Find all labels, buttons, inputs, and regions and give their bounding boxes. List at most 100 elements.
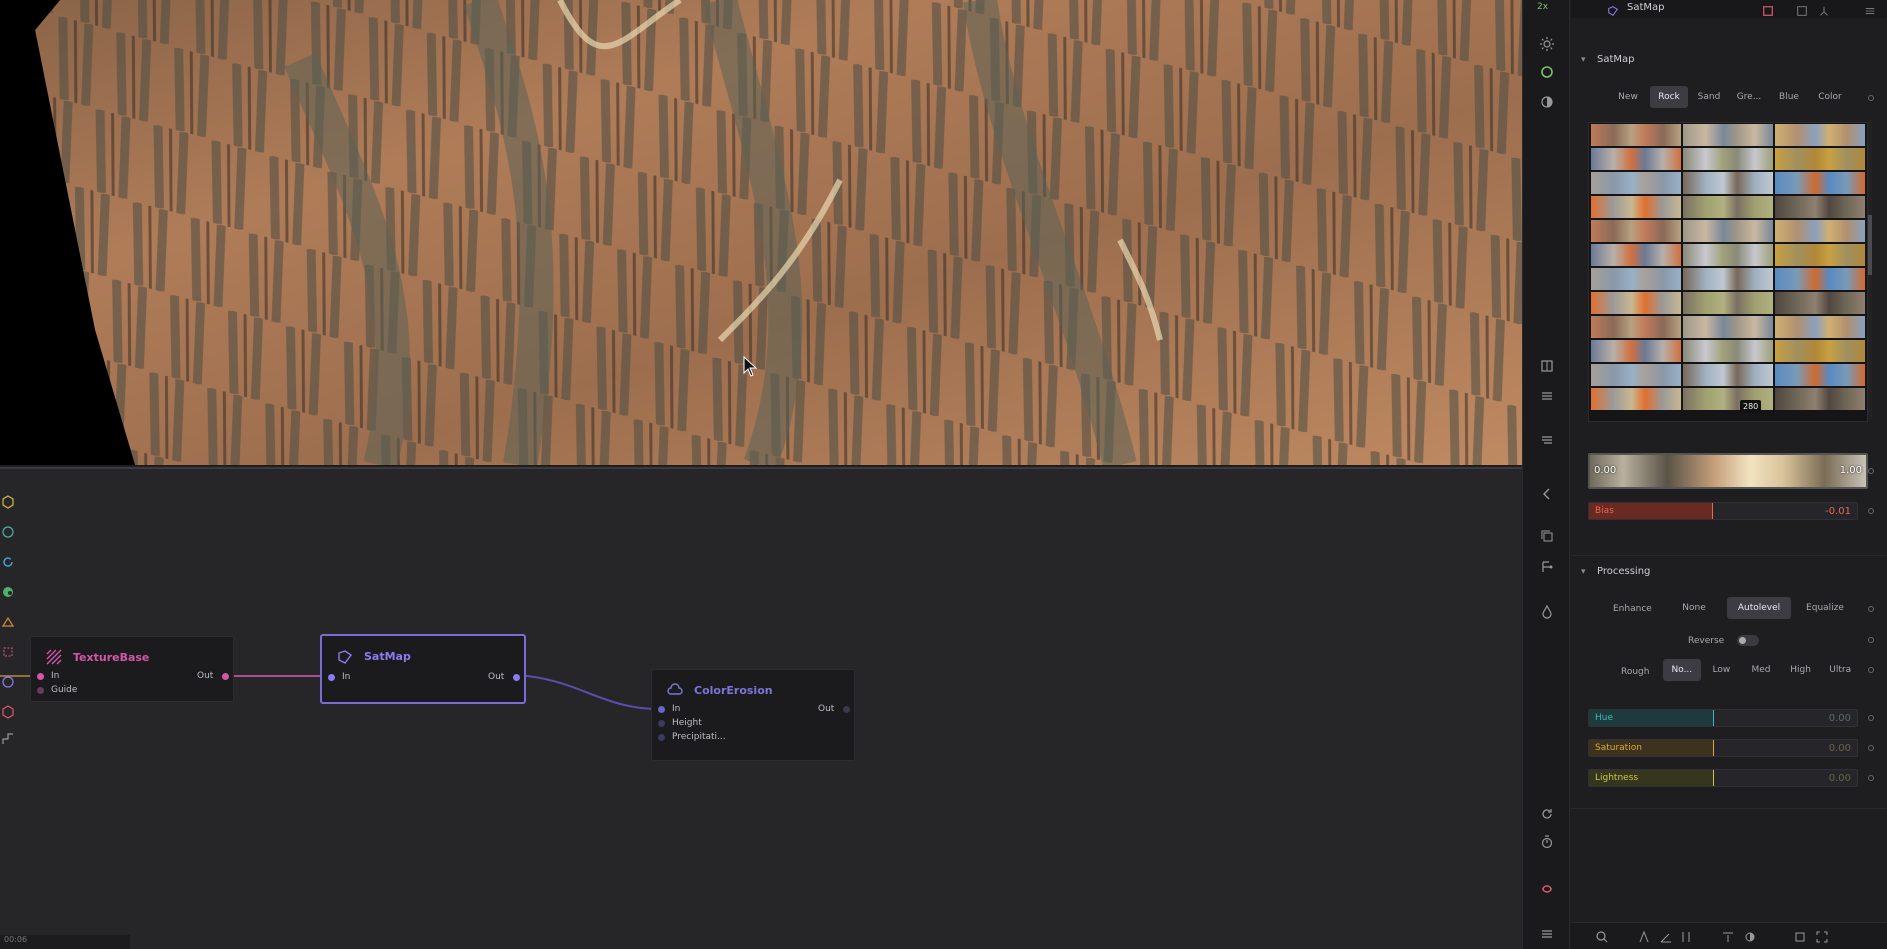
lightness-slider-handle[interactable] — [1713, 770, 1714, 786]
list-icon[interactable] — [1535, 922, 1559, 946]
bias-keyframe-dot[interactable] — [1868, 508, 1874, 514]
align-icon[interactable] — [1721, 929, 1735, 943]
input-port-in[interactable] — [328, 674, 335, 681]
node-satmap[interactable]: SatMap In Out — [320, 634, 526, 704]
preset-swatch[interactable] — [1591, 268, 1681, 290]
preset-swatch[interactable] — [1775, 364, 1865, 386]
search-icon[interactable] — [1595, 929, 1609, 943]
preset-swatch[interactable] — [1775, 268, 1865, 290]
tabs-keyframe-dot[interactable] — [1868, 95, 1874, 101]
preset-swatch[interactable] — [1683, 196, 1773, 218]
preset-swatch[interactable] — [1775, 220, 1865, 242]
satmap-preset-gallery[interactable]: 280 — [1588, 122, 1868, 422]
sun-icon[interactable] — [1535, 32, 1559, 56]
preset-swatch[interactable] — [1591, 172, 1681, 194]
input-port-guide[interactable] — [37, 687, 44, 694]
fork-icon[interactable] — [1818, 2, 1830, 21]
enhance-option-0[interactable]: None — [1663, 597, 1725, 619]
input-port-precipitation[interactable] — [658, 734, 665, 741]
preset-swatch[interactable] — [1591, 292, 1681, 314]
output-port-out[interactable] — [222, 673, 229, 680]
select-icon[interactable] — [1, 644, 15, 658]
preset-swatch[interactable] — [1683, 172, 1773, 194]
hamburger-icon[interactable] — [1864, 2, 1876, 21]
tool-a-icon[interactable] — [1637, 929, 1651, 943]
preset-swatch[interactable] — [1683, 292, 1773, 314]
enhance-option-1[interactable]: Autolevel — [1727, 597, 1791, 619]
refresh-icon[interactable] — [1535, 802, 1559, 826]
copy-icon[interactable] — [1535, 524, 1559, 548]
output-icon[interactable] — [1, 704, 15, 719]
columns-icon[interactable] — [1679, 929, 1693, 943]
window-icon[interactable] — [1796, 2, 1808, 21]
enhance-keyframe-dot[interactable] — [1868, 606, 1874, 612]
preset-swatch[interactable] — [1775, 292, 1865, 314]
chevron-down-icon[interactable]: ▾ — [1581, 55, 1586, 65]
preset-swatch[interactable] — [1683, 244, 1773, 266]
output-port-out[interactable] — [513, 674, 520, 681]
node-texturebase[interactable]: TextureBase In Guide Out — [30, 636, 234, 702]
ring-icon[interactable] — [1535, 60, 1559, 84]
hue-slider-handle[interactable] — [1713, 710, 1714, 726]
contrast-icon[interactable] — [1535, 90, 1559, 114]
saturation-slider-handle[interactable] — [1713, 740, 1714, 756]
preset-swatch[interactable] — [1683, 268, 1773, 290]
node-graph-editor[interactable]: TextureBase In Guide Out SatMap In Out C… — [0, 467, 1522, 949]
preset-swatch[interactable] — [1591, 124, 1681, 146]
preset-swatch[interactable] — [1775, 172, 1865, 194]
terrain-render[interactable] — [0, 0, 1522, 465]
input-port-in[interactable] — [658, 706, 665, 713]
preset-swatch[interactable] — [1591, 220, 1681, 242]
preset-swatch[interactable] — [1591, 364, 1681, 386]
erosion-icon[interactable] — [1, 614, 15, 628]
texture-icon[interactable] — [1, 674, 15, 688]
node-tree-icon[interactable] — [1535, 555, 1559, 579]
curve-icon[interactable] — [1, 731, 15, 745]
frame-icon[interactable] — [1793, 929, 1807, 943]
color-gradient-range[interactable]: 0.00 1.00 — [1588, 453, 1868, 489]
preset-tab-1[interactable]: Rock — [1650, 86, 1688, 108]
hue-slider[interactable]: Hue 0.00 — [1588, 709, 1858, 727]
lightness-slider[interactable]: Lightness 0.00 — [1588, 769, 1858, 787]
pin-icon[interactable] — [1762, 2, 1774, 21]
bug-icon[interactable] — [1535, 876, 1559, 900]
preset-tab-5[interactable]: Color — [1810, 86, 1850, 108]
rough-option-4[interactable]: Ultra — [1821, 659, 1859, 681]
bias-slider[interactable]: Bias -0.01 — [1588, 502, 1858, 520]
preset-swatch[interactable] — [1775, 316, 1865, 338]
gallery-scrollbar[interactable] — [1868, 120, 1872, 420]
preset-swatch[interactable] — [1591, 340, 1681, 362]
palette-icon[interactable] — [1, 584, 15, 598]
preset-tab-0[interactable]: New — [1608, 86, 1648, 108]
preset-swatch[interactable] — [1683, 364, 1773, 386]
preset-swatch[interactable] — [1683, 124, 1773, 146]
rough-option-0[interactable]: No... — [1663, 659, 1701, 681]
preset-swatch[interactable] — [1775, 388, 1865, 410]
preset-swatch[interactable] — [1775, 196, 1865, 218]
half-circle-icon[interactable] — [1743, 929, 1757, 943]
preset-tab-4[interactable]: Blue — [1770, 86, 1808, 108]
menu-icon[interactable] — [1535, 428, 1559, 452]
reverse-keyframe-dot[interactable] — [1868, 637, 1874, 643]
input-port-in[interactable] — [37, 673, 44, 680]
cube-icon[interactable] — [1, 494, 15, 509]
preset-swatch[interactable] — [1775, 244, 1865, 266]
preset-swatch[interactable] — [1591, 316, 1681, 338]
layers-icon[interactable] — [1535, 384, 1559, 408]
preset-swatch[interactable] — [1683, 220, 1773, 242]
saturation-slider[interactable]: Saturation 0.00 — [1588, 739, 1858, 757]
gradient-keyframe-dot[interactable] — [1868, 468, 1874, 474]
split-view-icon[interactable] — [1535, 354, 1559, 378]
bias-slider-handle[interactable] — [1712, 503, 1713, 519]
preset-swatch[interactable] — [1683, 340, 1773, 362]
preset-swatch[interactable] — [1775, 124, 1865, 146]
preset-swatch[interactable] — [1591, 388, 1681, 410]
reverse-toggle[interactable] — [1737, 635, 1759, 646]
cycle-icon[interactable] — [1, 554, 15, 568]
preset-swatch[interactable] — [1683, 316, 1773, 338]
preset-swatch[interactable] — [1591, 148, 1681, 170]
node-colorerosion[interactable]: ColorErosion In Height Precipitati... Ou… — [651, 669, 855, 761]
preset-swatch[interactable] — [1775, 148, 1865, 170]
chevron-left-icon[interactable] — [1535, 482, 1559, 506]
angle-icon[interactable] — [1659, 929, 1673, 943]
